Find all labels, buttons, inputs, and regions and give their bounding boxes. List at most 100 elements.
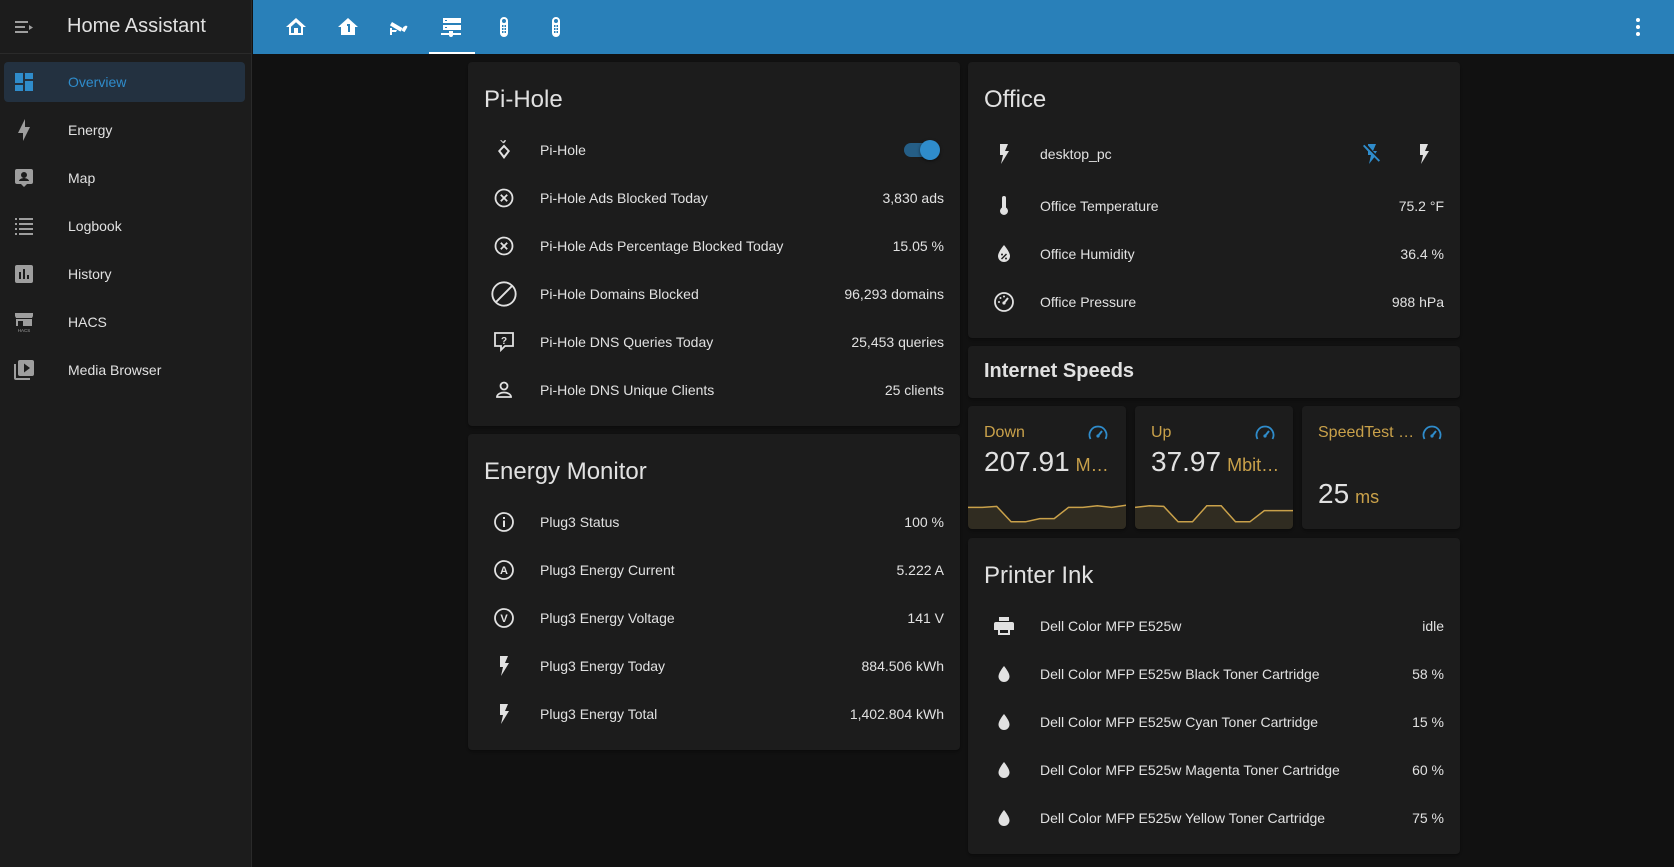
entity-name: Dell Color MFP E525w: [1040, 618, 1182, 634]
cctv-icon: [388, 15, 412, 39]
water-percent-icon: [984, 234, 1024, 274]
printer-ink-card: Printer Ink Dell Color MFP E525w idle De…: [968, 538, 1460, 854]
tab-remote-2[interactable]: [531, 0, 581, 54]
sidebar-header: Home Assistant: [0, 0, 251, 54]
entity-value: 75.2 °F: [1398, 198, 1444, 214]
entity-name: Office Temperature: [1040, 198, 1159, 214]
entity-value: 60 %: [1412, 762, 1444, 778]
entity-value: 36.4 %: [1400, 246, 1444, 262]
tab-home[interactable]: [271, 0, 321, 54]
entity-row[interactable]: Plug3 Energy Total 1,402.804 kWh: [484, 694, 944, 734]
tab-cctv[interactable]: [375, 0, 425, 54]
entity-name: Dell Color MFP E525w Magenta Toner Cartr…: [1040, 762, 1340, 778]
stat-value: 207.91 M…: [984, 446, 1114, 478]
stat-name: Up: [1151, 424, 1172, 441]
stat-unit: Mbit…: [1227, 455, 1280, 475]
entity-value: 75 %: [1412, 810, 1444, 826]
card-title: Energy Monitor: [484, 458, 647, 485]
tab-server[interactable]: [427, 0, 477, 54]
dots-vertical-icon[interactable]: [1626, 15, 1650, 39]
water-icon: [984, 654, 1024, 694]
entity-value: 96,293 domains: [844, 286, 944, 302]
gauge-icon: [984, 282, 1024, 322]
flash-icon[interactable]: [1404, 134, 1444, 174]
entity-row[interactable]: Pi-Hole: [484, 130, 944, 170]
office-card: Office desktop_pc Office Temperature 75.…: [968, 62, 1460, 338]
stat-card-up[interactable]: Up 37.97 Mbit…: [1135, 406, 1293, 529]
speedometer-icon: [1086, 422, 1110, 446]
sidebar-item-label: Overview: [68, 74, 127, 90]
pihole-toggle[interactable]: [902, 140, 940, 160]
entity-row[interactable]: ? Pi-Hole DNS Queries Today 25,453 queri…: [484, 322, 944, 362]
entity-name: Dell Color MFP E525w Black Toner Cartrid…: [1040, 666, 1320, 682]
entity-name: Dell Color MFP E525w Cyan Toner Cartridg…: [1040, 714, 1319, 730]
entity-row[interactable]: Pi-Hole Ads Percentage Blocked Today 15.…: [484, 226, 944, 266]
sidebar-item-label: History: [68, 266, 112, 282]
sidebar-item-overview[interactable]: Overview: [4, 62, 245, 102]
stat-card-down[interactable]: Down 207.91 M…: [968, 406, 1126, 529]
sidebar-item-energy[interactable]: Energy: [4, 110, 245, 150]
entity-name: Plug3 Energy Total: [540, 706, 658, 722]
sidebar-item-media-browser[interactable]: Media Browser: [4, 350, 245, 390]
block-helper-icon: [484, 274, 524, 314]
home-floor-1-icon: [336, 15, 360, 39]
entity-value: 3,830 ads: [882, 190, 945, 206]
sidebar-item-hacs[interactable]: HACS HACS: [4, 302, 245, 342]
internet-speeds-title-card: Internet Speeds: [968, 346, 1460, 398]
stat-card-ping[interactable]: SpeedTest P… 25 ms: [1302, 406, 1460, 529]
entity-row[interactable]: Pi-Hole DNS Unique Clients 25 clients: [484, 370, 944, 410]
sidebar-item-history[interactable]: History: [4, 254, 245, 294]
sidebar-item-map[interactable]: Map: [4, 158, 245, 198]
entity-name: Office Humidity: [1040, 246, 1135, 262]
entity-row[interactable]: Dell Color MFP E525w idle: [984, 606, 1444, 646]
entity-row[interactable]: Plug3 Energy Today 884.506 kWh: [484, 646, 944, 686]
entity-value: 988 hPa: [1391, 294, 1444, 310]
sparkline-area: [968, 505, 1126, 529]
svg-text:HACS: HACS: [18, 328, 31, 333]
svg-text:V: V: [500, 613, 508, 625]
stat-unit: M…: [1075, 455, 1109, 475]
close-circle-outline-icon: [484, 226, 524, 266]
printer-icon: [984, 606, 1024, 646]
tab-remote-1[interactable]: [479, 0, 529, 54]
tab-home-floor-1[interactable]: [323, 0, 373, 54]
entity-row[interactable]: Pi-Hole Ads Blocked Today 3,830 ads: [484, 178, 944, 218]
speedometer-icon: [1420, 422, 1444, 446]
remote-icon: [492, 15, 516, 39]
entity-row[interactable]: Dell Color MFP E525w Cyan Toner Cartridg…: [984, 702, 1444, 742]
flash-icon: [484, 646, 524, 686]
entity-row[interactable]: A Plug3 Energy Current 5.222 A: [484, 550, 944, 590]
entity-value: 25,453 queries: [851, 334, 944, 350]
sidebar-item-label: Energy: [68, 122, 113, 138]
menu-collapse-icon[interactable]: [0, 0, 48, 54]
home-icon: [284, 15, 308, 39]
entity-row[interactable]: Pi-Hole Domains Blocked 96,293 domains: [484, 274, 944, 314]
entity-row[interactable]: Office Pressure 988 hPa: [984, 282, 1444, 322]
entity-row[interactable]: Plug3 Status 100 %: [484, 502, 944, 542]
entity-row[interactable]: Dell Color MFP E525w Yellow Toner Cartri…: [984, 798, 1444, 838]
card-title: Pi-Hole: [484, 86, 563, 113]
entity-row[interactable]: Office Temperature 75.2 °F: [984, 186, 1444, 226]
flash-off-icon[interactable]: [1352, 134, 1392, 174]
entity-name: Pi-Hole Domains Blocked: [540, 286, 699, 302]
sidebar-item-logbook[interactable]: Logbook: [4, 206, 245, 246]
entity-row[interactable]: V Plug3 Energy Voltage 141 V: [484, 598, 944, 638]
entity-value: 25 clients: [884, 382, 944, 398]
entity-row[interactable]: Dell Color MFP E525w Magenta Toner Cartr…: [984, 750, 1444, 790]
stat-unit: ms: [1355, 487, 1380, 507]
entity-row[interactable]: Office Humidity 36.4 %: [984, 234, 1444, 274]
energy-monitor-card: Energy Monitor Plug3 Status 100 % A Plug…: [468, 434, 960, 750]
stat-name: SpeedTest P…: [1318, 424, 1418, 441]
entity-name: Dell Color MFP E525w Yellow Toner Cartri…: [1040, 810, 1326, 826]
sparkline-area: [1135, 505, 1293, 529]
sidebar-item-label: Map: [68, 170, 96, 186]
alpha-a-circle-outline-icon: A: [484, 550, 524, 590]
sidebar-item-label: Logbook: [68, 218, 122, 234]
speedometer-icon: [1253, 422, 1277, 446]
comment-question-outline-icon: ?: [484, 322, 524, 362]
entity-name: Plug3 Energy Voltage: [540, 610, 675, 626]
entity-name: desktop_pc: [1040, 146, 1112, 162]
entity-row[interactable]: Dell Color MFP E525w Black Toner Cartrid…: [984, 654, 1444, 694]
entity-row[interactable]: desktop_pc: [984, 134, 1444, 174]
sparkline: [968, 504, 1126, 529]
